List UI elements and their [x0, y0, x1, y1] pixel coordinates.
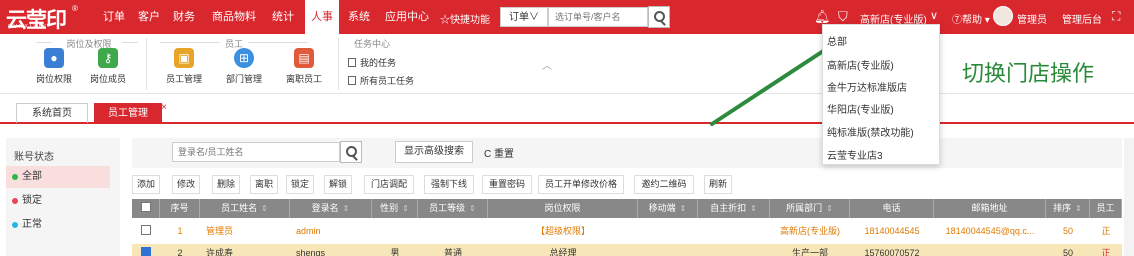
annotation-arrow — [710, 34, 848, 126]
store-option[interactable]: 华阳店(专业版) — [827, 101, 937, 116]
store-switch-dropdown: 总部 高新店(专业版) 金牛万达标准版店 华阳店(专业版) 纯标准版(禁改功能)… — [822, 24, 940, 165]
store-option[interactable]: 云莹专业店3 — [827, 147, 937, 162]
store-option[interactable]: 总部 — [827, 33, 937, 48]
store-option[interactable]: 金牛万达标准版店 — [827, 79, 937, 94]
store-option[interactable]: 高新店(专业版) — [827, 57, 937, 72]
store-option[interactable]: 纯标准版(禁改功能) — [827, 124, 937, 139]
arrow-line — [710, 38, 842, 126]
